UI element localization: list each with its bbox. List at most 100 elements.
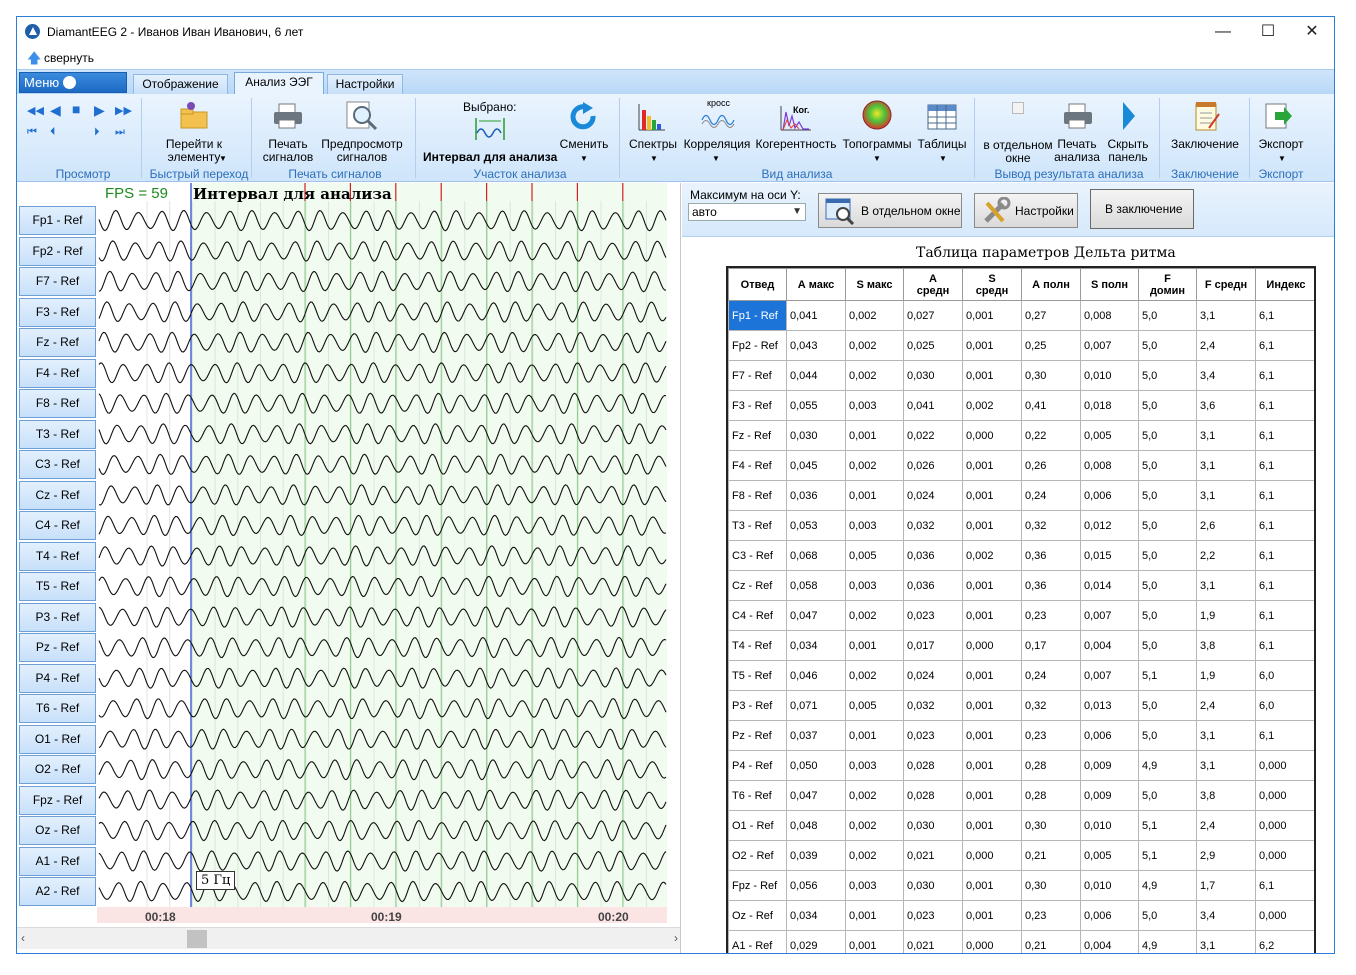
- table-cell[interactable]: 0,010: [1080, 870, 1139, 901]
- table-cell[interactable]: 0,007: [1080, 330, 1139, 361]
- table-cell[interactable]: 5,0: [1138, 450, 1197, 481]
- channel-button[interactable]: F7 - Ref: [19, 267, 96, 296]
- table-cell[interactable]: P4 - Ref: [728, 750, 787, 781]
- table-cell[interactable]: 0,001: [962, 600, 1022, 631]
- channel-button[interactable]: T6 - Ref: [19, 694, 96, 723]
- table-cell[interactable]: 0,32: [1021, 510, 1081, 541]
- table-cell[interactable]: 5,0: [1138, 720, 1197, 751]
- table-cell[interactable]: 0,25: [1021, 330, 1081, 361]
- table-cell[interactable]: 0,007: [1080, 660, 1139, 691]
- table-cell[interactable]: 0,041: [903, 390, 963, 421]
- table-cell[interactable]: 6,1: [1255, 480, 1314, 511]
- table-row[interactable]: A1 - Ref 0,029 0,001 0,021 0,000 0,21 0,004 4,9…: [728, 930, 1314, 953]
- table-cell[interactable]: 0,001: [962, 570, 1022, 601]
- eeg-traces[interactable]: [17, 183, 681, 927]
- table-cell[interactable]: 0,015: [1080, 540, 1139, 571]
- to-start-icon[interactable]: ⏮: [27, 126, 37, 139]
- topograms-button[interactable]: Топограммы: [839, 138, 915, 151]
- table-cell[interactable]: O2 - Ref: [728, 840, 787, 871]
- table-cell[interactable]: 1,9: [1196, 660, 1256, 691]
- table-cell[interactable]: 0,027: [903, 300, 963, 331]
- table-cell[interactable]: 4,9: [1138, 750, 1197, 781]
- channel-button[interactable]: P4 - Ref: [19, 663, 96, 693]
- table-cell[interactable]: 0,21: [1021, 840, 1081, 871]
- table-cell[interactable]: 0,041: [786, 300, 846, 331]
- table-cell[interactable]: 3,8: [1196, 630, 1256, 661]
- table-cell[interactable]: 0,002: [845, 450, 904, 481]
- table-cell[interactable]: 2,4: [1196, 330, 1256, 361]
- table-cell[interactable]: 0,006: [1080, 720, 1139, 751]
- table-row[interactable]: Cz - Ref 0,058 0,003 0,036 0,001 0,36 0,014 5,0…: [728, 570, 1314, 601]
- channel-button[interactable]: Fz - Ref: [19, 328, 96, 357]
- channel-button[interactable]: Cz - Ref: [19, 480, 96, 510]
- table-cell[interactable]: 6,2: [1255, 930, 1314, 953]
- table-cell[interactable]: 0,021: [903, 840, 963, 871]
- table-cell[interactable]: 0,047: [786, 780, 846, 811]
- table-row[interactable]: T6 - Ref 0,047 0,002 0,028 0,001 0,28 0,009 5,0…: [728, 780, 1314, 811]
- table-cell[interactable]: 0,023: [903, 720, 963, 751]
- column-header[interactable]: А макс: [786, 268, 846, 301]
- tab-settings[interactable]: Настройки: [327, 74, 403, 95]
- table-cell[interactable]: 2,9: [1196, 840, 1256, 871]
- table-cell[interactable]: 0,024: [903, 480, 963, 511]
- table-cell[interactable]: 0,034: [786, 630, 846, 661]
- channel-button[interactable]: T5 - Ref: [19, 572, 96, 601]
- table-cell[interactable]: 3,1: [1196, 450, 1256, 481]
- table-cell[interactable]: 0,001: [962, 300, 1022, 331]
- table-cell[interactable]: 6,1: [1255, 570, 1314, 601]
- table-cell[interactable]: 3,1: [1196, 570, 1256, 601]
- table-cell[interactable]: 0,000: [1255, 750, 1314, 781]
- table-cell[interactable]: 0,001: [962, 900, 1022, 931]
- table-cell[interactable]: 5,0: [1138, 540, 1197, 571]
- table-cell[interactable]: 0,002: [845, 300, 904, 331]
- table-cell[interactable]: 0,037: [786, 720, 846, 751]
- table-cell[interactable]: 0,27: [1021, 300, 1081, 331]
- table-cell[interactable]: 0,029: [786, 930, 846, 953]
- spectrum-icon[interactable]: [637, 102, 667, 132]
- table-cell[interactable]: 0,000: [962, 420, 1022, 451]
- table-cell[interactable]: 3,4: [1196, 900, 1256, 931]
- table-cell[interactable]: 6,1: [1255, 420, 1314, 451]
- table-row[interactable]: F7 - Ref 0,044 0,002 0,030 0,001 0,30 0,010 5,0…: [728, 360, 1314, 391]
- hide-panel-arrow-icon[interactable]: [1119, 100, 1139, 132]
- table-cell[interactable]: 0,36: [1021, 570, 1081, 601]
- table-cell[interactable]: 0,036: [903, 570, 963, 601]
- channel-button[interactable]: A1 - Ref: [19, 846, 96, 876]
- table-cell[interactable]: 6,1: [1255, 510, 1314, 541]
- table-row[interactable]: P4 - Ref 0,050 0,003 0,028 0,001 0,28 0,009 4,9…: [728, 750, 1314, 781]
- change-interval-button[interactable]: Сменить: [557, 138, 611, 151]
- table-cell[interactable]: 0,002: [845, 780, 904, 811]
- table-cell[interactable]: 0,003: [845, 870, 904, 901]
- table-row[interactable]: C4 - Ref 0,047 0,002 0,023 0,001 0,23 0,007 5,0…: [728, 600, 1314, 631]
- table-cell[interactable]: O1 - Ref: [728, 810, 787, 841]
- table-cell[interactable]: 3,6: [1196, 390, 1256, 421]
- table-cell[interactable]: 0,28: [1021, 750, 1081, 781]
- channel-button[interactable]: C4 - Ref: [19, 511, 96, 540]
- table-row[interactable]: F4 - Ref 0,045 0,002 0,026 0,001 0,26 0,008 5,0…: [728, 450, 1314, 481]
- table-row[interactable]: P3 - Ref 0,071 0,005 0,032 0,001 0,32 0,013 5,0…: [728, 690, 1314, 721]
- table-cell[interactable]: 0,002: [962, 390, 1022, 421]
- table-cell[interactable]: 0,001: [845, 720, 904, 751]
- table-cell[interactable]: F3 - Ref: [728, 390, 787, 421]
- separate-window-button[interactable]: В отдельном окне: [818, 193, 962, 228]
- table-row[interactable]: F8 - Ref 0,036 0,001 0,024 0,001 0,24 0,006 5,0…: [728, 480, 1314, 511]
- table-cell[interactable]: 0,036: [903, 540, 963, 571]
- table-cell[interactable]: F7 - Ref: [728, 360, 787, 391]
- table-cell[interactable]: 0,001: [962, 750, 1022, 781]
- table-cell[interactable]: 0,045: [786, 450, 846, 481]
- column-header[interactable]: S полн: [1080, 268, 1139, 301]
- table-cell[interactable]: 0,000: [1255, 810, 1314, 841]
- table-cell[interactable]: 0,048: [786, 810, 846, 841]
- table-cell[interactable]: 0,008: [1080, 300, 1139, 331]
- table-cell[interactable]: 2,6: [1196, 510, 1256, 541]
- table-cell[interactable]: 0,055: [786, 390, 846, 421]
- table-cell[interactable]: 3,1: [1196, 420, 1256, 451]
- table-cell[interactable]: 0,030: [903, 360, 963, 391]
- menu-button[interactable]: Меню: [19, 72, 127, 93]
- table-row[interactable]: Oz - Ref 0,034 0,001 0,023 0,001 0,23 0,006 5,0…: [728, 900, 1314, 931]
- table-cell[interactable]: 1,9: [1196, 600, 1256, 631]
- channel-button[interactable]: T4 - Ref: [19, 541, 96, 571]
- channel-button[interactable]: F8 - Ref: [19, 389, 96, 418]
- table-cell[interactable]: 6,1: [1255, 600, 1314, 631]
- table-row[interactable]: T3 - Ref 0,053 0,003 0,032 0,001 0,32 0,012 5,0…: [728, 510, 1314, 541]
